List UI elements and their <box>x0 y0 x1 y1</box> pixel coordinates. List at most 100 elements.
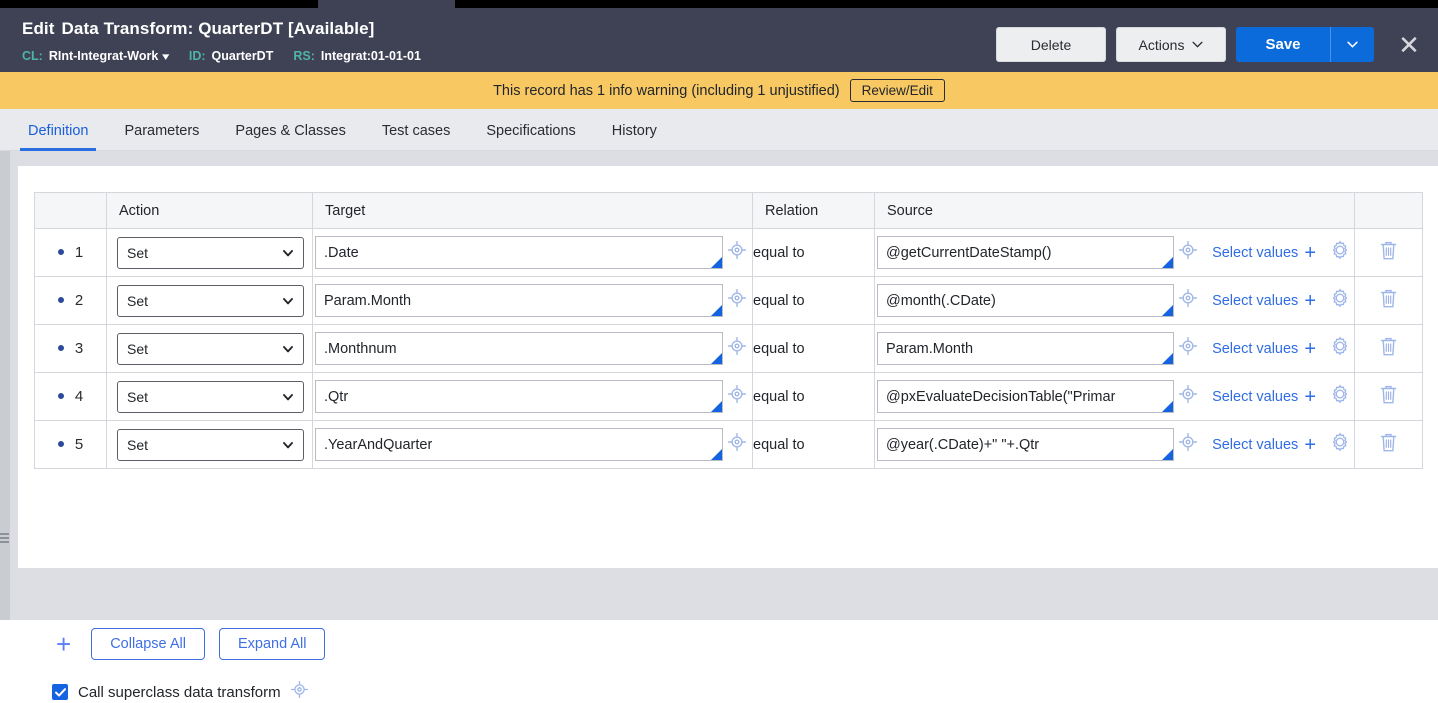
source-input[interactable]: @getCurrentDateStamp() <box>877 236 1175 269</box>
save-button[interactable]: Save <box>1236 27 1330 62</box>
row-index-label: 5 <box>74 436 84 453</box>
expand-corner-icon[interactable] <box>711 305 722 316</box>
tab-bar: Definition Parameters Pages & Classes Test … <box>0 109 1438 151</box>
delete-button[interactable]: Delete <box>996 27 1106 62</box>
select-values-link[interactable]: Select values <box>1212 245 1298 261</box>
expand-corner-icon[interactable] <box>1162 305 1174 316</box>
chevron-down-icon[interactable]: ▾ <box>162 50 169 63</box>
trash-icon[interactable] <box>1379 288 1398 314</box>
action-select[interactable]: Set <box>117 236 304 269</box>
transform-steps-table: Action Target Relation Source 1 Set .Date e… <box>34 192 1423 469</box>
source-input[interactable]: @month(.CDate) <box>877 284 1175 317</box>
plus-icon[interactable]: + <box>50 631 77 657</box>
rail-drag-handle[interactable] <box>0 533 9 544</box>
source-crosshair-icon[interactable] <box>1179 288 1198 312</box>
action-select[interactable]: Set <box>117 380 304 413</box>
select-values-link[interactable]: Select values <box>1212 389 1298 405</box>
expand-corner-icon[interactable] <box>1162 353 1174 364</box>
target-input[interactable]: .Monthnum <box>315 332 723 365</box>
tab-pages-classes[interactable]: Pages & Classes <box>217 110 363 151</box>
target-input-value: .Date <box>324 244 359 261</box>
target-cell: .Date <box>312 228 753 277</box>
select-values-link[interactable]: Select values <box>1212 341 1298 357</box>
expand-corner-icon[interactable] <box>711 449 722 460</box>
target-input[interactable]: .Date <box>315 236 723 269</box>
meta-value-id: QuarterDT <box>211 49 274 63</box>
tab-specifications[interactable]: Specifications <box>468 110 593 151</box>
source-input-value: @pxEvaluateDecisionTable("Primar <box>886 388 1116 405</box>
source-crosshair-icon[interactable] <box>1179 384 1198 408</box>
column-header-index <box>34 192 107 229</box>
review-edit-button[interactable]: Review/Edit <box>849 79 945 102</box>
crosshair-icon[interactable] <box>290 680 308 703</box>
target-input[interactable]: Param.Month <box>315 284 723 317</box>
action-select[interactable]: Set <box>117 332 304 365</box>
trash-icon[interactable] <box>1379 336 1398 362</box>
close-icon[interactable]: ✕ <box>1396 31 1422 59</box>
gear-icon[interactable] <box>1330 288 1350 313</box>
select-values-link[interactable]: Select values <box>1212 437 1298 453</box>
actions-button[interactable]: Actions <box>1116 27 1226 62</box>
expand-corner-icon[interactable] <box>711 257 722 268</box>
tab-test-cases[interactable]: Test cases <box>364 110 469 151</box>
call-superclass-checkbox[interactable] <box>52 684 68 700</box>
definition-card: Action Target Relation Source 1 Set .Date e… <box>18 166 1438 701</box>
tab-definition[interactable]: Definition <box>10 110 106 151</box>
source-crosshair-icon[interactable] <box>1179 336 1198 360</box>
action-select[interactable]: Set <box>117 428 304 461</box>
plus-icon[interactable]: + <box>1304 339 1316 359</box>
target-input[interactable]: .YearAndQuarter <box>315 428 723 461</box>
save-dropdown-button[interactable] <box>1330 27 1374 62</box>
trash-icon[interactable] <box>1379 240 1398 266</box>
target-input[interactable]: .Qtr <box>315 380 723 413</box>
plus-icon[interactable]: + <box>1304 243 1316 263</box>
source-input[interactable]: @pxEvaluateDecisionTable("Primar <box>877 380 1175 413</box>
target-crosshair-icon[interactable] <box>727 288 747 312</box>
expand-all-button[interactable]: Expand All <box>218 628 326 660</box>
gear-icon[interactable] <box>1330 432 1350 457</box>
row-bullet-icon <box>57 441 64 448</box>
tab-label: Test cases <box>381 122 451 139</box>
action-select-value: Set <box>127 388 149 405</box>
expand-corner-icon[interactable] <box>711 401 722 412</box>
expand-corner-icon[interactable] <box>711 353 722 364</box>
trash-icon[interactable] <box>1379 432 1398 458</box>
target-crosshair-icon[interactable] <box>727 240 747 264</box>
source-crosshair-icon[interactable] <box>1179 432 1198 456</box>
action-cell: Set <box>106 228 313 277</box>
column-header-source: Source <box>874 192 1355 229</box>
select-values-link[interactable]: Select values <box>1212 293 1298 309</box>
header-actions: Delete Actions Save ✕ <box>996 27 1422 62</box>
target-crosshair-icon[interactable] <box>727 336 747 360</box>
action-cell: Set <box>106 372 313 421</box>
row-index-label: 2 <box>74 292 84 309</box>
target-crosshair-icon[interactable] <box>727 384 747 408</box>
row-bullet-icon <box>57 345 64 352</box>
chevron-down-icon <box>1192 41 1204 48</box>
action-cell: Set <box>106 420 313 469</box>
table-row: 4 Set .Qtr equal to @pxEvaluateDecisionTable… <box>34 372 1423 421</box>
trash-icon[interactable] <box>1379 384 1398 410</box>
collapse-all-button[interactable]: Collapse All <box>91 628 205 660</box>
source-crosshair-icon[interactable] <box>1179 240 1198 264</box>
plus-icon[interactable]: + <box>1304 291 1316 311</box>
target-cell: .Qtr <box>312 372 753 421</box>
target-crosshair-icon[interactable] <box>727 432 747 456</box>
source-input[interactable]: @year(.CDate)+" "+.Qtr <box>877 428 1175 461</box>
gear-icon[interactable] <box>1330 384 1350 409</box>
gear-icon[interactable] <box>1330 336 1350 361</box>
check-icon <box>54 687 66 697</box>
source-input[interactable]: Param.Month <box>877 332 1175 365</box>
row-index-cell: 1 <box>34 228 107 277</box>
plus-icon[interactable]: + <box>1304 387 1316 407</box>
row-index-label: 3 <box>74 340 84 357</box>
expand-corner-icon[interactable] <box>1162 449 1174 460</box>
tab-parameters[interactable]: Parameters <box>106 110 217 151</box>
expand-corner-icon[interactable] <box>1162 257 1174 268</box>
action-select[interactable]: Set <box>117 284 304 317</box>
plus-icon[interactable]: + <box>1304 435 1316 455</box>
tab-history[interactable]: History <box>594 110 675 151</box>
gear-icon[interactable] <box>1330 240 1350 265</box>
meta-value-class[interactable]: RInt-Integrat-Work <box>49 49 159 63</box>
expand-corner-icon[interactable] <box>1162 401 1174 412</box>
